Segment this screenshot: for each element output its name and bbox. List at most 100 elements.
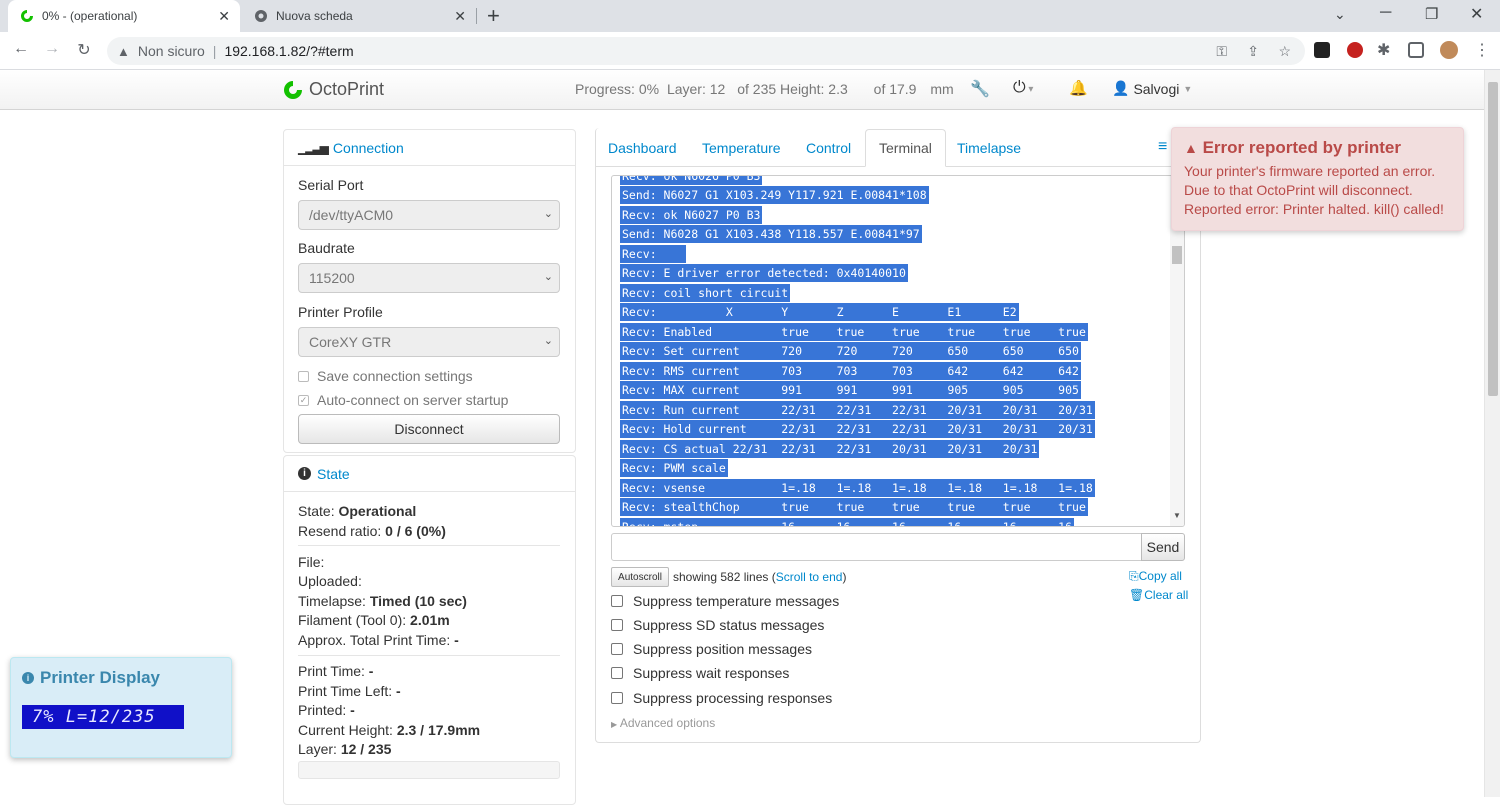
share-icon[interactable]: ⇪ [1247, 43, 1259, 60]
terminal-line: Recv: CS actual 22/31 22/31 22/31 20/31 … [620, 440, 1040, 458]
terminal-line: Recv: X Y Z E E1 E2 [620, 303, 1019, 321]
autoconnect-checkbox[interactable]: ✓ Auto-connect on server startup [298, 392, 508, 408]
terminal-line: Recv: Set current 720 720 720 650 650 65… [620, 342, 1081, 360]
connection-header[interactable]: ▁▂▃▅ Connection [284, 130, 575, 166]
error-notification[interactable]: ▲ Error reported by printer Your printer… [1171, 127, 1464, 231]
browser-tab-label: 0% - (operational) [42, 9, 138, 23]
printer-profile-select[interactable]: CoreXY GTR ⌄ [298, 327, 560, 357]
state-header[interactable]: i State [284, 456, 575, 492]
showing-text: showing 582 lines ( [673, 570, 776, 584]
tab-control[interactable]: Control [793, 129, 864, 167]
layer-label: Layer: [298, 741, 337, 757]
terminal-output[interactable]: Recv: ok N6026 P0 B3 Send: N6027 G1 X103… [611, 175, 1185, 527]
printer-display-popup[interactable]: i Printer Display 7% L=12/235 [10, 657, 232, 758]
tab-terminal[interactable]: Terminal [865, 129, 946, 167]
suppress-temperature-checkbox[interactable]: Suppress temperature messages [611, 593, 839, 609]
printed-label: Printed: [298, 702, 347, 718]
url-text[interactable]: 192.168.1.82/?#term [224, 43, 353, 59]
bookmark-star-icon[interactable]: ☆ [1278, 43, 1291, 60]
security-label: Non sicuro [137, 43, 205, 59]
notification-bell-icon[interactable]: 🔔 [1069, 79, 1088, 97]
approx-time-label: Approx. Total Print Time: [298, 632, 451, 648]
suppress-sd-status-checkbox[interactable]: Suppress SD status messages [611, 617, 824, 633]
info-circle-icon: i [22, 672, 34, 684]
serial-port-select[interactable]: /dev/ttyACM0 ⌄ [298, 200, 560, 230]
printer-display-title: Printer Display [40, 668, 160, 687]
page-scrollbar-thumb[interactable] [1488, 82, 1498, 396]
clear-all-label: Clear all [1144, 588, 1189, 602]
browser-tab-new[interactable]: Nuova scheda ✕ [244, 0, 476, 32]
terminal-line: Recv: ok N6027 P0 B3 [620, 206, 763, 224]
tab-dashboard[interactable]: Dashboard [595, 129, 690, 167]
autoscroll-button[interactable]: Autoscroll [611, 567, 669, 587]
save-connection-checkbox[interactable]: Save connection settings [298, 368, 473, 384]
browser-tab-octoprint[interactable]: 0% - (operational) ✕ [8, 0, 240, 32]
user-menu[interactable]: 👤 Salvogi ▼ [1112, 80, 1192, 97]
layer-row: Layer: 12 / 235 [298, 741, 391, 757]
advanced-options-toggle[interactable]: ▶ Advanced options [611, 716, 715, 730]
window-close-icon[interactable]: ✕ [1470, 4, 1483, 24]
browser-menu-icon[interactable]: ⋮ [1474, 40, 1490, 60]
scroll-to-end-link[interactable]: Scroll to end [776, 570, 843, 584]
back-arrow-icon[interactable]: ← [10, 40, 32, 58]
suppress-label: Suppress wait responses [633, 665, 790, 681]
suppress-label: Suppress position messages [633, 641, 812, 657]
tab-search-chevron-icon[interactable]: ⌄ [1334, 6, 1346, 23]
chevron-down-icon: ⌄ [543, 208, 553, 220]
extensions-puzzle-icon[interactable]: ✱ [1377, 40, 1390, 60]
advanced-options-label: Advanced options [619, 716, 716, 730]
extension-red-icon[interactable] [1347, 42, 1363, 58]
disconnect-button[interactable]: Disconnect [298, 414, 560, 444]
key-icon[interactable]: ⚿ [1216, 43, 1227, 60]
layer-value: 12 / 235 [340, 741, 392, 757]
trash-icon: 🗑 [1129, 588, 1145, 602]
suppress-wait-checkbox[interactable]: Suppress wait responses [611, 665, 789, 681]
copy-all-link[interactable]: ⎘Copy all [1129, 569, 1182, 584]
profile-avatar[interactable] [1440, 41, 1458, 59]
side-panel-icon[interactable] [1408, 42, 1424, 58]
divider [298, 655, 560, 656]
scroll-down-arrow-icon[interactable]: ▼ [1173, 511, 1181, 520]
send-button[interactable]: Send [1141, 533, 1185, 561]
checkbox-box [611, 619, 623, 631]
error-title-row: ▲ Error reported by printer [1184, 138, 1451, 158]
command-input[interactable] [611, 533, 1142, 561]
power-system-menu-icon[interactable]: ⏻ ▾ [1013, 79, 1033, 97]
baudrate-select[interactable]: 115200 ⌄ [298, 263, 560, 293]
settings-wrench-icon[interactable]: 🔧 [970, 79, 990, 99]
height-value: 2.3 [828, 81, 848, 97]
extension-black-icon[interactable] [1314, 42, 1330, 58]
tab-temperature[interactable]: Temperature [689, 129, 794, 167]
print-time-row: Print Time: - [298, 663, 373, 679]
caret-down-icon: ▼ [1183, 83, 1193, 94]
brand[interactable]: OctoPrint [283, 79, 384, 100]
forward-arrow-icon[interactable]: → [41, 40, 63, 58]
signal-bars-icon: ▁▂▃▅ [298, 140, 329, 155]
reload-icon[interactable]: ↻ [73, 40, 95, 60]
clear-all-link[interactable]: 🗑Clear all [1129, 588, 1188, 602]
page-scrollbar[interactable] [1484, 70, 1500, 797]
layer-label: Layer: [666, 81, 706, 97]
minimize-icon[interactable]: ─ [1380, 4, 1391, 22]
progress-status: Progress: 0% Layer: 12 of 235 Height: 2.… [575, 81, 954, 97]
state-row: State: Operational [298, 503, 416, 519]
state-value: Operational [338, 503, 417, 519]
chevron-down-icon: ⌄ [543, 335, 553, 347]
copy-all-label: Copy all [1138, 569, 1182, 583]
address-bar[interactable]: ▲ Non sicuro | 192.168.1.82/?#term ⚿ ⇪ ☆ [107, 37, 1305, 65]
suppress-position-checkbox[interactable]: Suppress position messages [611, 641, 812, 657]
close-tab-icon[interactable]: ✕ [218, 8, 230, 25]
terminal-scrollbar-thumb[interactable] [1172, 246, 1182, 264]
printed-row: Printed: - [298, 702, 355, 718]
restore-icon[interactable]: ❐ [1425, 5, 1438, 23]
tab-timelapse[interactable]: Timelapse [944, 129, 1034, 167]
height-label: Height: [780, 81, 825, 97]
suppress-label: Suppress SD status messages [633, 617, 825, 633]
error-line-3: Reported error: Printer halted. kill() c… [1184, 201, 1444, 217]
close-tab-icon[interactable]: ✕ [454, 8, 466, 25]
state-title: State [317, 465, 350, 482]
new-tab-button[interactable]: + [487, 3, 500, 29]
suppress-processing-checkbox[interactable]: Suppress processing responses [611, 690, 832, 706]
more-tabs-menu-icon[interactable]: ≡ [1158, 138, 1167, 156]
checkbox-checked-icon: ✓ [298, 394, 309, 406]
